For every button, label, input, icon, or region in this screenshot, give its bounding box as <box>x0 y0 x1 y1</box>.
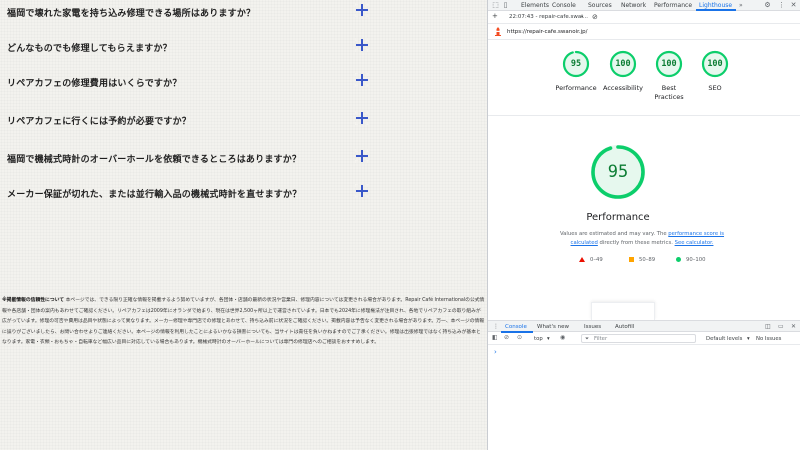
disclaimer-body: 本ページでは、できる限り正確な情報を掲載するよう努めていますが、各団体・店舗の最… <box>2 298 485 346</box>
legend-average: 50–89 <box>629 257 655 263</box>
faq-item[interactable]: 福岡で機械式時計のオーバーホールを依頼できるところはありますか？ <box>0 142 470 180</box>
clear-icon[interactable]: ⊘ <box>592 13 598 21</box>
disclaimer-text: ※掲載情報の信頼性について 本ページでは、できる限り正確な情報を掲載するよう努め… <box>2 296 485 441</box>
settings-icon[interactable]: ⚙ <box>764 2 771 9</box>
tab-performance[interactable]: Performance <box>654 2 692 9</box>
score-label: Performance <box>555 84 597 92</box>
circle-icon <box>676 257 681 262</box>
issues-counter[interactable]: No Issues <box>756 336 781 342</box>
tab-elements[interactable]: Elements <box>521 2 549 9</box>
tab-lighthouse[interactable]: Lighthouse <box>699 2 732 9</box>
devtools-tabbar: ⬚ ▯ Elements Console Sources Network Per… <box>488 0 800 11</box>
drawer-tabbar: ⋮ Console What's new Issues Autofill ◫ ▭… <box>488 320 800 333</box>
triangle-icon <box>579 257 585 262</box>
score-label: SEO <box>708 84 722 92</box>
drawer-tab-issues[interactable]: Issues <box>584 324 601 330</box>
chevron-down-icon[interactable]: ▾ <box>581 15 583 20</box>
faq-question: 福岡で機械式時計のオーバーホールを依頼できるところはありますか？ <box>7 155 302 165</box>
faq-item[interactable]: メーカー保証が切れた、または並行輸入品の機械式時計を直せますか？ <box>0 177 470 215</box>
faq-item[interactable]: 福岡で壊れた家電を持ち込み修理できる場所はありますか？ <box>0 0 470 34</box>
expand-icon[interactable] <box>355 111 369 125</box>
performance-note: Values are estimated and may vary. The p… <box>558 230 726 248</box>
legend-label: 0–49 <box>590 257 603 263</box>
tab-console[interactable]: Console <box>552 2 576 9</box>
tab-sources[interactable]: Sources <box>588 2 612 9</box>
score-value: 95 <box>607 162 629 182</box>
disclaimer-lead: ※掲載情報の信頼性について <box>2 298 65 303</box>
web-page: 福岡で壊れた家電を持ち込み修理できる場所はありますか？ どんなものでも修理しても… <box>0 0 487 450</box>
new-report-button[interactable]: + <box>492 12 498 20</box>
score-value: 100 <box>707 59 723 69</box>
context-selector[interactable]: top <box>534 336 543 342</box>
faq-question: リペアカフェに行くには予約が必要ですか？ <box>7 117 192 127</box>
report-url[interactable]: https://repair-cafe.swanoir.jp/ <box>507 29 587 35</box>
console-toolbar: ◧ ⊘ ⊙ top ▾ ◉ ⏷ Filter Default levels ▾ … <box>488 332 800 345</box>
console-prompt[interactable]: › <box>494 348 497 356</box>
note-text: Values are estimated and may vary. The <box>559 231 669 237</box>
faq-question: リペアカフェの修理費用はいくらですか？ <box>7 79 182 89</box>
score-label: Accessibility <box>603 84 643 92</box>
lighthouse-icon <box>495 27 501 36</box>
section-divider <box>488 115 800 116</box>
score-label: Best Practices <box>654 84 684 101</box>
faq-question: メーカー保証が切れた、または並行輸入品の機械式時計を直せますか？ <box>7 190 302 200</box>
faq-item[interactable]: リペアカフェの修理費用はいくらですか？ <box>0 66 470 104</box>
legend-pass: 90–100 <box>676 257 706 263</box>
device-toolbar-icon[interactable]: ▯ <box>502 2 509 9</box>
legend-label: 50–89 <box>639 257 656 263</box>
chevron-down-icon[interactable]: ▾ <box>747 336 750 342</box>
close-icon[interactable]: ✕ <box>790 2 797 9</box>
screenshot-thumbnail[interactable] <box>591 302 655 320</box>
legend-label: 90–100 <box>686 257 706 263</box>
more-tabs-icon[interactable]: » <box>739 2 743 9</box>
square-icon <box>629 257 634 262</box>
chevron-down-icon[interactable]: ▾ <box>547 336 550 342</box>
tab-network[interactable]: Network <box>621 2 646 9</box>
note-text: directly from these metrics. <box>597 240 675 246</box>
expand-icon[interactable] <box>355 149 369 163</box>
drawer-tab-console[interactable]: Console <box>505 324 527 330</box>
score-value: 100 <box>615 59 631 69</box>
faq-item[interactable]: リペアカフェに行くには予約が必要ですか？ <box>0 104 470 142</box>
performance-title: Performance <box>586 212 650 223</box>
performance-gauge-large: 95 <box>589 143 647 201</box>
sidebar-toggle-icon[interactable]: ◧ <box>492 335 498 341</box>
lighthouse-report-bar: + 22:07:43 - repair-cafe.swai... ▾ ⊘ <box>488 11 800 24</box>
score-value: 95 <box>570 59 582 69</box>
score-gauge-accessibility[interactable]: 100 <box>608 49 638 79</box>
faq-question: 福岡で壊れた家電を持ち込み修理できる場所はありますか？ <box>7 9 256 19</box>
clear-console-icon[interactable]: ⊘ <box>504 335 509 341</box>
expand-icon[interactable] <box>355 38 369 52</box>
faq-item[interactable]: どんなものでも修理してもらえますか？ <box>0 31 470 69</box>
close-drawer-icon[interactable]: ✕ <box>791 324 796 330</box>
filter-input[interactable]: ⏷ Filter <box>581 334 696 343</box>
filter-placeholder: Filter <box>594 336 608 342</box>
filter-icon: ⏷ <box>585 336 590 342</box>
score-gauge-performance[interactable]: 95 <box>561 49 591 79</box>
dock-icon[interactable]: ◫ <box>765 324 771 330</box>
faq-question: どんなものでも修理してもらえますか？ <box>7 44 172 54</box>
more-options-icon[interactable]: ⋮ <box>778 2 785 9</box>
see-calculator-link[interactable]: See calculator. <box>675 240 714 246</box>
log-levels-dropdown[interactable]: Default levels <box>706 336 742 342</box>
inspect-icon[interactable]: ⬚ <box>492 2 499 9</box>
score-gauge-seo[interactable]: 100 <box>700 49 730 79</box>
expand-icon[interactable] <box>355 73 369 87</box>
legend-fail: 0–49 <box>579 257 603 263</box>
devtools-panel: ⬚ ▯ Elements Console Sources Network Per… <box>487 0 800 450</box>
score-value: 100 <box>661 59 677 69</box>
score-gauge-best-practices[interactable]: 100 <box>654 49 684 79</box>
eye-icon[interactable]: ⊙ <box>517 335 522 341</box>
expand-icon[interactable] <box>355 3 369 17</box>
split-icon[interactable]: ▭ <box>778 324 784 330</box>
drawer-tab-autofill[interactable]: Autofill <box>615 324 634 330</box>
live-expression-icon[interactable]: ◉ <box>560 335 565 341</box>
report-selector[interactable]: 22:07:43 - repair-cafe.swai... <box>509 14 588 20</box>
drawer-tab-whats-new[interactable]: What's new <box>537 324 569 330</box>
report-url-bar: https://repair-cafe.swanoir.jp/ <box>488 24 800 40</box>
drawer-menu-icon[interactable]: ⋮ <box>493 324 499 330</box>
expand-icon[interactable] <box>355 184 369 198</box>
